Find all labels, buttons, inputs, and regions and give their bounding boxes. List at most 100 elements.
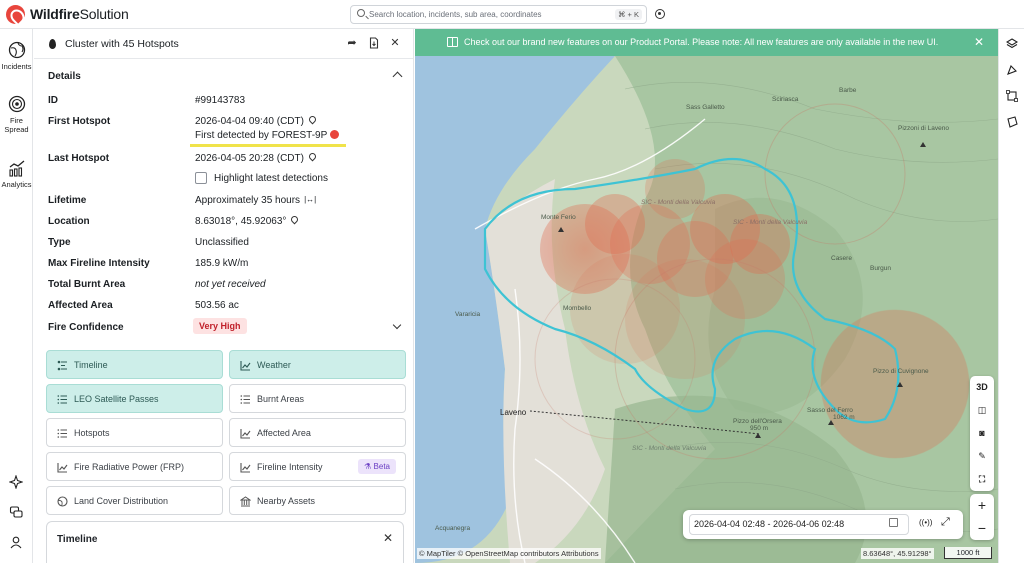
location-label: Location: [48, 216, 90, 227]
map-label: Pizzo di Cuvignone: [873, 368, 929, 375]
pen-tool-icon[interactable]: [1006, 64, 1018, 76]
last-hotspot-label: Last Hotspot: [48, 153, 110, 164]
location-pin-icon[interactable]: [309, 153, 316, 162]
nearby-assets-button[interactable]: Nearby Assets: [229, 486, 406, 515]
land-cover-button[interactable]: Land Cover Distribution: [46, 486, 223, 515]
first-detected-by: First detected by FOREST-9P: [195, 130, 340, 141]
first-hotspot-label: First Hotspot: [48, 116, 111, 127]
nav-fire-spread[interactable]: Fire Spread: [0, 95, 33, 134]
live-broadcast-icon[interactable]: ((•)): [919, 518, 932, 527]
app-logo-icon[interactable]: [6, 5, 25, 24]
zoom-out-button[interactable]: −: [970, 517, 994, 540]
split-view-icon[interactable]: ◫: [970, 399, 994, 421]
map-attribution[interactable]: © MapTiler © OpenStreetMap contributors …: [417, 548, 601, 559]
chevron-down-icon[interactable]: [392, 320, 402, 330]
fireline-label: Max Fireline Intensity: [48, 258, 150, 269]
list-icon: [57, 395, 67, 404]
affected-area-label: Affected Area: [48, 300, 113, 311]
3d-toggle-button[interactable]: 3D: [970, 376, 994, 398]
chevron-up-icon[interactable]: [392, 71, 403, 82]
nav-analytics[interactable]: Analytics: [0, 159, 33, 189]
timeline-card-title: Timeline: [57, 534, 98, 545]
frp-button[interactable]: Fire Radiative Power (FRP): [46, 452, 223, 481]
building-icon: [240, 496, 251, 507]
locate-icon[interactable]: [655, 9, 665, 19]
cluster-detail-panel: Cluster with 45 Hotspots ➦ ✕ Details ID …: [34, 29, 414, 563]
chart-line-icon: [240, 463, 251, 473]
chart-line-icon: [240, 361, 251, 371]
location-pin-icon[interactable]: [291, 216, 298, 225]
nav-incidents[interactable]: Incidents: [0, 41, 33, 71]
chat-icon[interactable]: [9, 505, 23, 519]
lifetime-label: Lifetime: [48, 195, 87, 206]
user-icon[interactable]: [9, 535, 23, 549]
lifetime-value: Approximately 35 hours |↔|: [195, 195, 317, 206]
highlight-latest-label[interactable]: Highlight latest detections: [214, 173, 328, 184]
zoom-controls: + −: [970, 494, 994, 540]
map-label: Mombello: [563, 305, 592, 312]
time-range-field[interactable]: 2026-04-04 02:48 - 2026-04-06 02:48: [689, 514, 909, 535]
timeline-icon: [57, 360, 67, 371]
fireline-intensity-button[interactable]: Fireline Intensity ⚗ Beta: [229, 452, 406, 481]
camera-icon[interactable]: ◙: [970, 422, 994, 444]
sparkle-icon[interactable]: [9, 475, 23, 489]
hotspots-button[interactable]: Hotspots: [46, 418, 223, 447]
panel-header: Cluster with 45 Hotspots ➦ ✕: [34, 29, 413, 59]
calendar-icon[interactable]: [889, 518, 898, 527]
timeline-button[interactable]: Timeline: [46, 350, 223, 379]
map-canvas[interactable]: Sass Galletto Sciriasca Barbe Pizzoni di…: [415, 29, 998, 563]
map-label: SIC - Monti della Valcuvia: [632, 445, 707, 452]
analytics-icon: [8, 160, 24, 177]
timeline-card: Timeline ✕: [46, 521, 404, 563]
source-logo-icon: [330, 130, 340, 139]
cursor-coordinates: 8.63648°, 45.91298°: [861, 548, 934, 559]
close-icon[interactable]: ✕: [389, 37, 401, 49]
burnt-area-value: not yet received: [195, 279, 266, 290]
id-label: ID: [48, 95, 58, 106]
map-label: Sass Galletto: [686, 104, 725, 111]
share-icon[interactable]: ➦: [346, 37, 358, 49]
weather-button[interactable]: Weather: [229, 350, 406, 379]
fireline-value: 185.9 kW/m: [195, 258, 249, 269]
search-icon: [357, 9, 365, 17]
location-pin-icon[interactable]: [309, 116, 316, 125]
top-bar: WildfireSolution ⌘ + K: [0, 0, 1024, 29]
map-label: Sciriasca: [772, 96, 799, 103]
brand-name[interactable]: WildfireSolution: [30, 6, 129, 22]
globe-icon: [8, 41, 25, 59]
fullscreen-icon[interactable]: ⛶: [970, 468, 994, 490]
expand-icon[interactable]: ⤢: [941, 516, 950, 529]
affected-area-button[interactable]: Affected Area: [229, 418, 406, 447]
map-label: Pizzo dell'Orsera: [733, 418, 782, 425]
map-label: Burgun: [870, 265, 891, 272]
search-input[interactable]: [369, 7, 609, 22]
search-box[interactable]: ⌘ + K: [350, 5, 647, 24]
download-doc-icon[interactable]: [368, 37, 380, 49]
zoom-in-button[interactable]: +: [970, 494, 994, 517]
left-nav: Incidents Fire Spread Analytics: [0, 29, 33, 563]
map-view[interactable]: Sass Galletto Sciriasca Barbe Pizzoni di…: [415, 29, 998, 563]
duration-arrows-icon: |↔|: [304, 195, 317, 204]
burnt-areas-button[interactable]: Burnt Areas: [229, 384, 406, 413]
highlight-latest-checkbox[interactable]: [195, 172, 207, 184]
right-toolbar: [998, 29, 1024, 563]
map-tools: 3D ◫ ◙ ✎ ⛶: [970, 376, 994, 491]
flame-icon: [49, 39, 56, 49]
chart-line-icon: [240, 429, 251, 439]
ruler-icon[interactable]: ✎: [970, 445, 994, 467]
draw-polygon-icon[interactable]: [1006, 116, 1018, 128]
banner-text[interactable]: Check out our brand new features on our …: [464, 37, 938, 47]
list-icon: [57, 429, 67, 438]
leo-satellite-button[interactable]: LEO Satellite Passes: [46, 384, 223, 413]
layers-icon[interactable]: [1006, 38, 1018, 50]
map-label: Casere: [831, 255, 852, 262]
draw-rectangle-icon[interactable]: [1006, 90, 1018, 102]
close-icon[interactable]: ✕: [383, 531, 393, 545]
map-label: Laveno: [500, 408, 527, 417]
chart-line-icon: [57, 463, 68, 473]
map-label: SIC - Monti della Valcuvia: [733, 219, 808, 226]
close-icon[interactable]: ✕: [974, 35, 984, 49]
globe-icon: [57, 496, 68, 507]
affected-area-value: 503.56 ac: [195, 300, 239, 311]
details-section-title[interactable]: Details: [48, 71, 81, 82]
